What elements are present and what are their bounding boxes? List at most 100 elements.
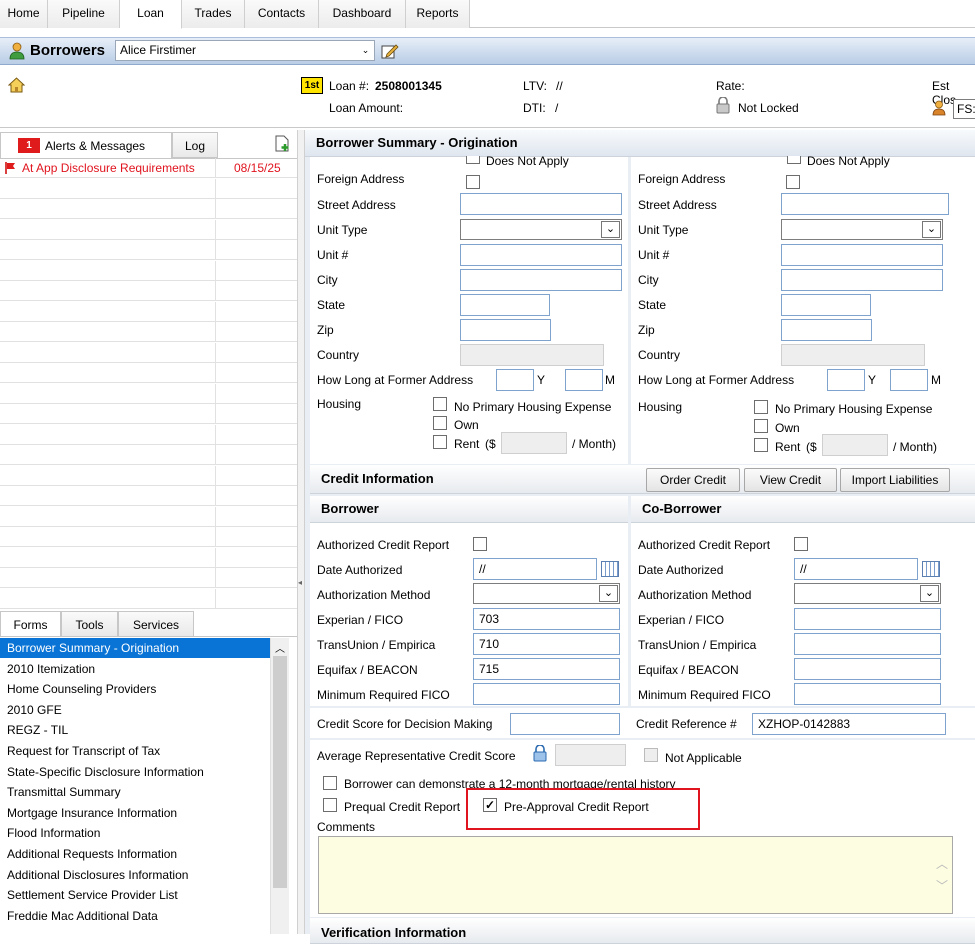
tab-pipeline[interactable]: Pipeline [48,0,120,28]
co-country-input[interactable] [781,344,925,366]
calendar-icon[interactable] [601,561,619,577]
months-input[interactable] [565,369,603,391]
co-transunion-input[interactable] [794,633,941,655]
co-authorized-report-checkbox[interactable] [794,537,808,551]
country-input[interactable] [460,344,604,366]
co-months-input[interactable] [890,369,928,391]
co-date-authorized-input[interactable]: // [794,558,918,580]
foreign-address-label: Foreign Address [317,172,405,186]
lock-icon[interactable] [533,745,547,762]
authorization-method-select[interactable]: ⌄ [473,583,620,604]
form-list-item[interactable]: Transmittal Summary [0,782,270,802]
unit-type-select[interactable]: ⌄ [460,219,622,240]
tab-dashboard[interactable]: Dashboard [319,0,406,28]
order-credit-button[interactable]: Order Credit [646,468,740,492]
co-foreign-address-checkbox[interactable] [786,175,800,189]
preapproval-checkbox[interactable]: ✓ [483,798,497,812]
form-list-item[interactable]: Borrower Summary - Origination [0,638,270,658]
fs-field[interactable]: FS: [953,99,975,119]
experian-input[interactable]: 703 [473,608,620,630]
no-primary-housing-checkbox[interactable] [433,397,447,411]
transunion-input[interactable]: 710 [473,633,620,655]
tab-loan[interactable]: Loan [120,0,182,29]
score-decision-input[interactable] [510,713,620,735]
unit-number-input[interactable] [460,244,622,266]
co-min-fico-input[interactable] [794,683,941,705]
rent-checkbox[interactable] [433,435,447,449]
view-credit-button[interactable]: View Credit [744,468,837,492]
zip-input[interactable] [460,319,551,341]
chevron-up-icon[interactable]: ︿ [936,855,948,872]
co-experian-input[interactable] [794,608,941,630]
equifax-input[interactable]: 715 [473,658,620,680]
city-input[interactable] [460,269,622,291]
co-city-input[interactable] [781,269,943,291]
form-list-item[interactable]: Freddie Mac Additional Data [0,906,270,926]
own-checkbox[interactable] [433,416,447,430]
new-document-icon[interactable] [274,135,291,152]
import-liabilities-button[interactable]: Import Liabilities [840,468,950,492]
co-equifax-input[interactable] [794,658,941,680]
form-list-item[interactable]: 2010 GFE [0,700,270,720]
foreign-address-checkbox[interactable] [466,175,480,189]
credit-reference-input[interactable]: XZHOP-0142883 [752,713,946,735]
form-list-item[interactable]: Request for Transcript of Tax [0,741,270,761]
tab-home[interactable]: Home [0,0,48,28]
chevron-up-icon[interactable]: ︿ [275,640,285,655]
scrollbar-thumb[interactable] [273,656,287,888]
co-unit-type-select[interactable]: ⌄ [781,219,943,240]
collapse-arrow-icon[interactable]: ◂ [298,578,302,587]
tab-forms[interactable]: Forms [0,611,61,637]
tab-trades[interactable]: Trades [182,0,245,28]
edit-icon[interactable] [381,43,399,59]
co-state-input[interactable] [781,294,871,316]
street-address-input[interactable] [460,193,622,215]
form-list-item[interactable]: Home Counseling Providers [0,679,270,699]
twelve-month-checkbox[interactable] [323,776,337,790]
co-rent-amount-input[interactable] [822,434,888,456]
chevron-down-icon[interactable]: ﹀ [936,877,948,894]
form-list-item[interactable]: Flood Information [0,823,270,843]
alert-row[interactable]: At App Disclosure Requirements 08/15/25 [0,158,297,178]
prequal-checkbox[interactable] [323,798,337,812]
rent-amount-input[interactable] [501,432,567,454]
tab-tools[interactable]: Tools [61,611,118,637]
authorized-report-checkbox[interactable] [473,537,487,551]
form-list-item[interactable]: Additional Requests Information [0,844,270,864]
form-list-item[interactable]: Mortgage Insurance Information [0,803,270,823]
forms-scrollbar[interactable]: ︿ [270,638,289,934]
home-icon[interactable] [8,77,25,93]
form-list-item[interactable]: Settlement Service Provider List [0,885,270,905]
min-fico-input[interactable] [473,683,620,705]
score-decision-label: Credit Score for Decision Making [317,717,493,731]
co-does-not-apply-checkbox[interactable] [787,156,801,164]
co-zip-input[interactable] [781,319,872,341]
form-list-item[interactable]: Additional Disclosures Information [0,865,270,885]
co-rent-checkbox[interactable] [754,438,768,452]
not-applicable-checkbox[interactable] [644,748,658,762]
date-authorized-input[interactable]: // [473,558,597,580]
tab-reports[interactable]: Reports [406,0,470,28]
tab-log[interactable]: Log [172,132,218,158]
calendar-icon[interactable] [922,561,940,577]
co-years-input[interactable] [827,369,865,391]
borrower-select[interactable]: Alice Firstimer ⌄ [115,40,375,61]
state-input[interactable] [460,294,550,316]
tab-services[interactable]: Services [118,611,194,637]
tab-contacts[interactable]: Contacts [245,0,319,28]
co-street-address-input[interactable] [781,193,949,215]
tab-alerts-messages[interactable]: 1 Alerts & Messages [0,132,172,158]
form-list-item[interactable]: State-Specific Disclosure Information [0,762,270,782]
form-list-item[interactable]: REGZ - TIL [0,720,270,740]
city-label: City [317,273,338,287]
years-input[interactable] [496,369,534,391]
form-list-item[interactable]: 2010 Itemization [0,659,270,679]
co-unit-number-input[interactable] [781,244,943,266]
panel-splitter[interactable]: ◂ [297,130,305,934]
avg-score-input[interactable] [555,744,626,766]
co-own-checkbox[interactable] [754,419,768,433]
does-not-apply-checkbox[interactable] [466,156,480,164]
comments-textarea[interactable]: ︿ ﹀ [318,836,953,914]
co-authorization-method-select[interactable]: ⌄ [794,583,941,604]
co-no-primary-housing-checkbox[interactable] [754,400,768,414]
